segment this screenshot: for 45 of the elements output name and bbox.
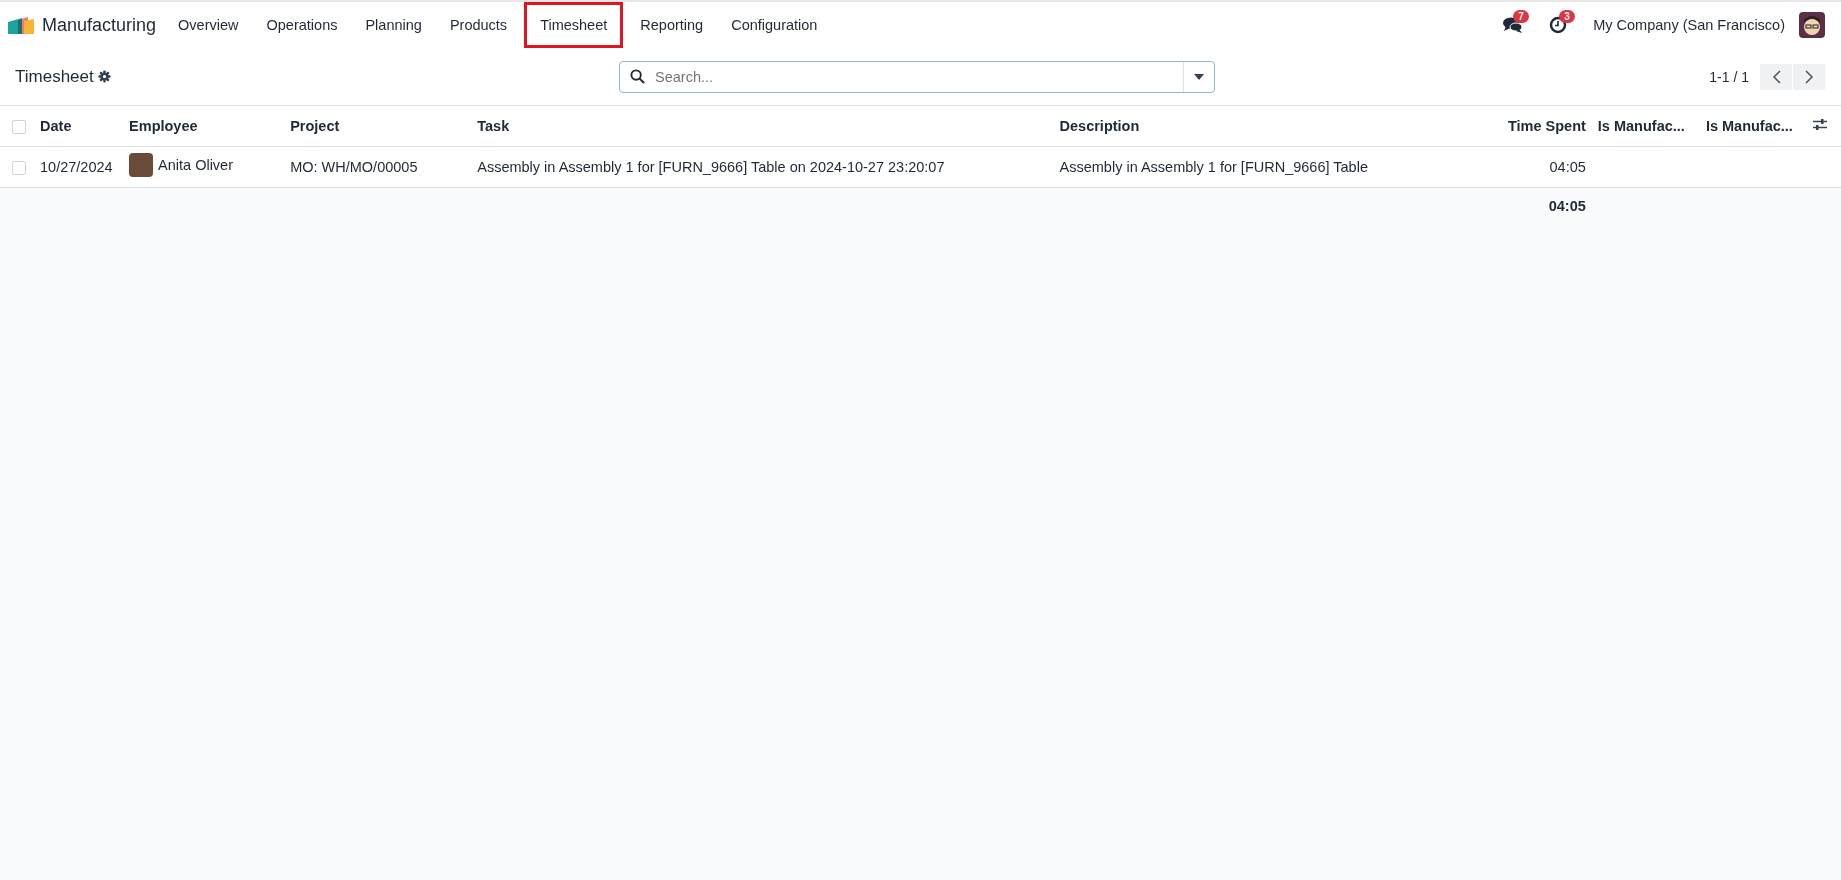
column-header[interactable]: Description <box>1059 117 1140 134</box>
menu-item[interactable]: Reporting <box>629 8 715 42</box>
menu-item[interactable]: Planning <box>354 8 433 42</box>
table-cell: Anita Oliver <box>158 157 233 173</box>
column-header[interactable]: Is Manufac... <box>1705 117 1793 134</box>
column-header[interactable]: Employee <box>129 117 198 134</box>
column-header[interactable]: Task <box>477 117 510 134</box>
next-page-button[interactable] <box>1793 63 1825 90</box>
row-checkbox[interactable] <box>12 160 26 175</box>
messages-button[interactable]: 7 <box>1497 12 1530 38</box>
column-header[interactable]: Date <box>40 117 72 134</box>
caret-icon <box>1194 73 1204 80</box>
page-title: Timesheet <box>15 66 94 87</box>
menu-item[interactable]: Timesheet <box>524 2 624 48</box>
company-switcher[interactable]: My Company (San Francisco) <box>1593 17 1785 33</box>
column-header[interactable]: Is Manufac... <box>1597 117 1685 134</box>
menu-item[interactable]: Overview <box>167 8 250 42</box>
chevron-left-icon <box>1771 69 1781 84</box>
chevron-right-icon <box>1804 69 1814 84</box>
notification-badge: 3 <box>1559 10 1575 23</box>
table-cell: 04:05 <box>1549 158 1586 175</box>
employee-avatar <box>129 153 154 177</box>
menu-item[interactable]: Products <box>438 8 519 42</box>
pager-value[interactable]: 1-1 / 1 <box>1709 68 1749 85</box>
sliders-icon[interactable] <box>1813 117 1827 131</box>
column-header[interactable]: Time Spent <box>1507 117 1586 134</box>
search-field[interactable]: Search... <box>653 67 1183 86</box>
table-cell: Assembly in Assembly 1 for [FURN_9666] Table on 2024-10-27 23:20:07 <box>477 158 945 175</box>
app-name[interactable]: Manufacturing <box>42 14 157 36</box>
menu-item[interactable]: Operations <box>255 8 349 42</box>
previous-page-button[interactable] <box>1760 63 1792 90</box>
menu-item[interactable]: Configuration <box>720 8 829 42</box>
table-cell: 10/27/2024 <box>40 158 113 175</box>
column-header[interactable]: Project <box>290 117 340 134</box>
settings-icon[interactable] <box>97 70 111 83</box>
app-logo-icon <box>8 16 34 34</box>
table-cell: MO: WH/MO/00005 <box>290 158 418 175</box>
activities-button[interactable]: 3 <box>1543 12 1574 38</box>
total-time-spent: 04:05 <box>1548 198 1586 215</box>
select-all-checkbox[interactable] <box>12 119 26 134</box>
search-icon <box>630 69 645 84</box>
notification-badge: 7 <box>1513 10 1529 23</box>
table-cell: Assembly in Assembly 1 for [FURN_9666] Table <box>1059 158 1368 175</box>
user-avatar-icon[interactable] <box>1799 12 1825 38</box>
search-bar[interactable]: Search... <box>619 60 1215 93</box>
